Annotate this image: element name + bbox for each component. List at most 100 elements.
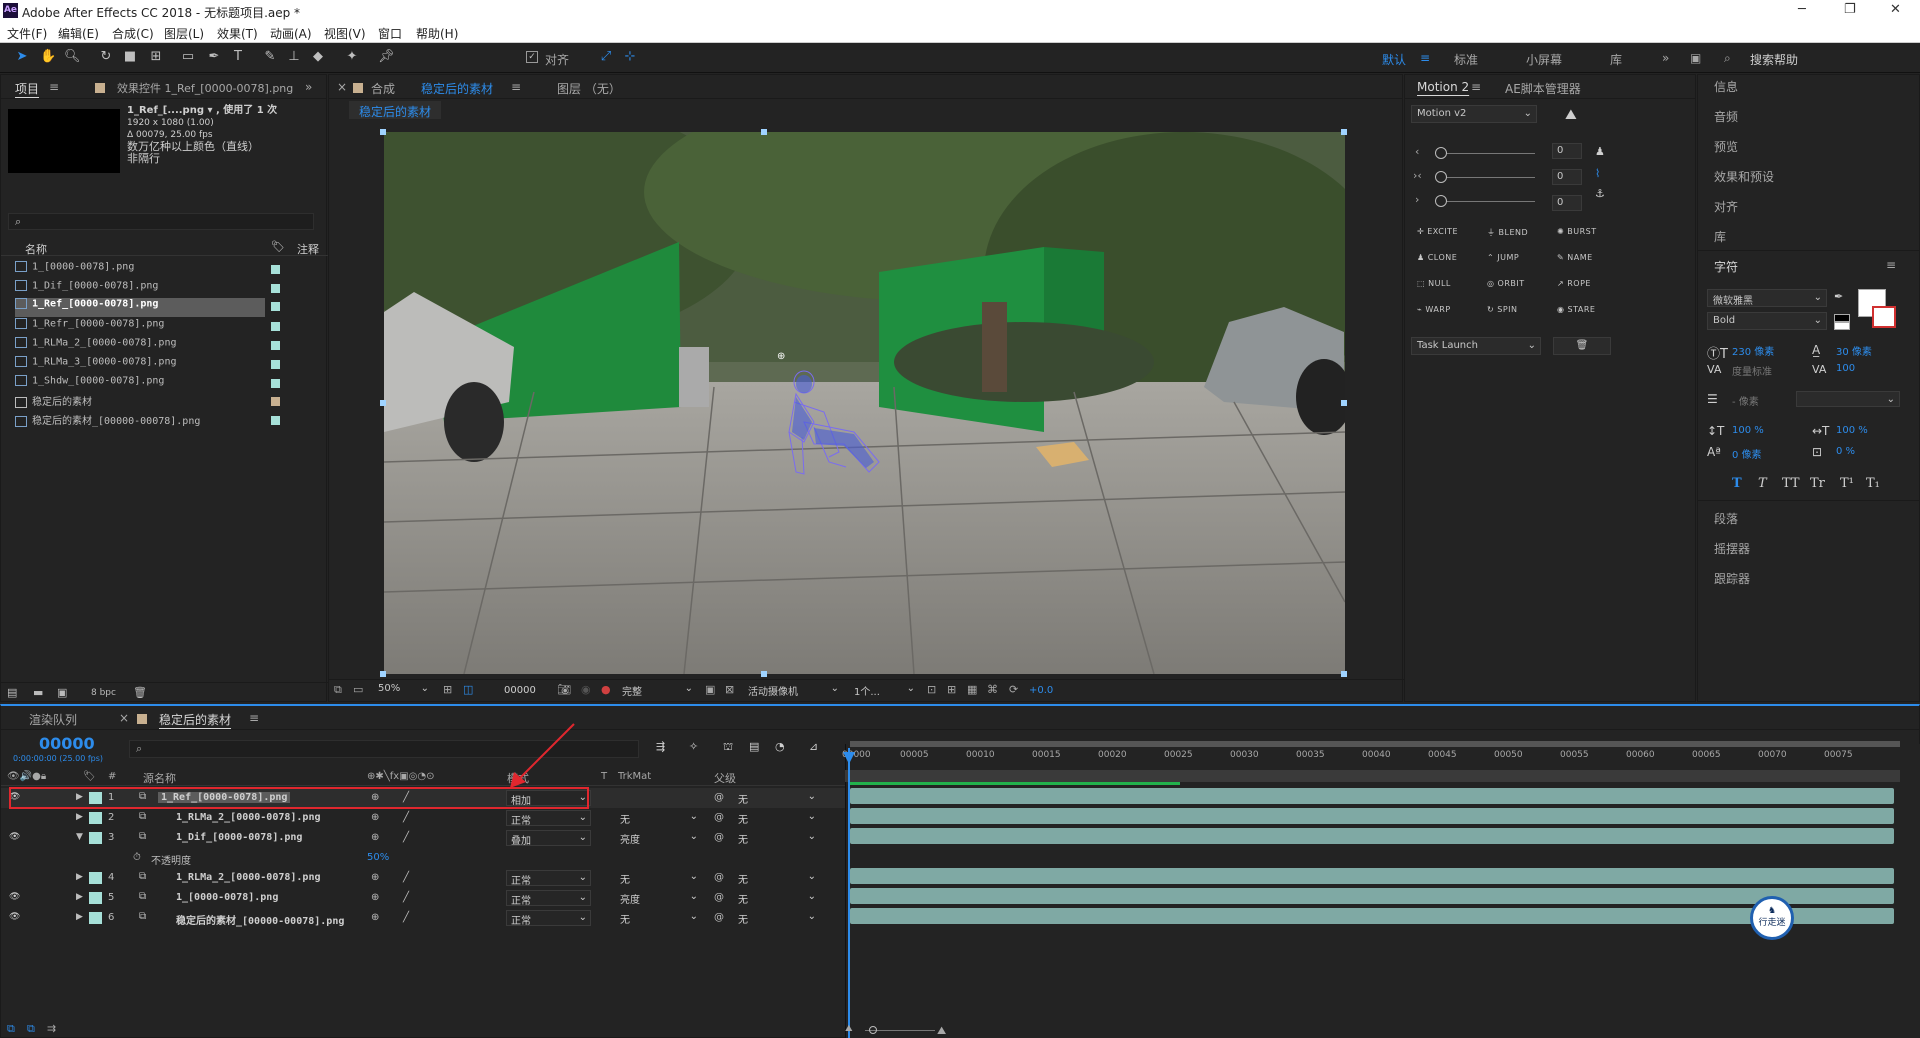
menu-composition[interactable]: 合成(C)	[112, 25, 154, 42]
visibility-eye-icon[interactable]: 👁︎	[9, 832, 20, 842]
selection-tool-icon[interactable]: ➤	[14, 49, 30, 65]
handle-tr[interactable]	[1341, 129, 1347, 135]
collapse-switch-icon[interactable]: ⊕	[371, 892, 379, 903]
snap-icon[interactable]: ⤢	[598, 49, 614, 65]
parent-dropdown[interactable]: 无 ⌄	[734, 890, 819, 906]
quality-switch-icon[interactable]: ╱	[403, 832, 409, 843]
pickwhip-icon[interactable]: @	[714, 812, 724, 823]
table-row[interactable]: 👁︎ ▶ 5 ⧉ 1_[0000-0078].png ⊕ ╱ 正常 ⌄ 亮度 ⌄ @…	[1, 888, 846, 908]
workspace-default[interactable]: 默认	[1382, 51, 1406, 68]
mode-dropdown[interactable]: 正常 ⌄	[506, 890, 591, 907]
menu-file[interactable]: 文件(F)	[7, 25, 47, 42]
clone-button[interactable]: ♟ CLONE	[1417, 253, 1457, 262]
tab-comp-prefix[interactable]: 合成	[371, 80, 395, 97]
tab-timeline-comp[interactable]: 稳定后的素材	[159, 711, 231, 728]
pan-behind-tool-icon[interactable]: ⊞	[148, 49, 164, 65]
snapshot-icon[interactable]: 📷︎	[557, 683, 571, 696]
slider-handle[interactable]	[1435, 195, 1447, 207]
stroke-type-dropdown[interactable]: ⌄	[1796, 391, 1900, 407]
zoom-tool-icon[interactable]: 🔍︎	[64, 49, 81, 65]
handle-ml[interactable]	[380, 400, 386, 406]
panel-audio[interactable]: 音频	[1714, 108, 1738, 125]
help-search-icon[interactable]: ⌕	[1724, 51, 1731, 66]
list-item[interactable]: 1_RLMa_3_[0000-0078].png	[15, 356, 280, 375]
orbit-button[interactable]: ◎ ORBIT	[1487, 279, 1525, 288]
trkmat-dropdown[interactable]: 亮度 ⌄	[616, 890, 701, 906]
collapse-arrow-icon[interactable]: ▼	[76, 832, 83, 842]
mountains-icon[interactable]: ⛰	[1565, 107, 1577, 123]
col-parent[interactable]: 父级	[714, 770, 736, 786]
motion-version-dropdown[interactable]: Motion v2 ⌄	[1411, 105, 1537, 123]
label-swatch[interactable]	[89, 892, 102, 904]
puppet-tool-icon[interactable]: 📌︎	[378, 49, 395, 65]
trkmat-dropdown[interactable]: 亮度 ⌄	[616, 830, 701, 846]
transparency-grid-icon[interactable]: ⊠	[725, 683, 734, 696]
new-comp-icon[interactable]: ▣	[57, 686, 67, 699]
null-button[interactable]: ⬚ NULL	[1417, 279, 1451, 288]
menu-animation[interactable]: 动画(A)	[270, 25, 312, 42]
toggle-modes-icon[interactable]: ⧉	[27, 1022, 35, 1036]
list-item[interactable]: 1_RLMa_2_[0000-0078].png	[15, 337, 280, 356]
project-search-input[interactable]: ⌕	[8, 213, 314, 230]
panel-library[interactable]: 库	[1714, 228, 1726, 245]
close-tab-icon[interactable]: ×	[119, 711, 129, 725]
anchor-icon[interactable]: ⚓︎	[1595, 187, 1605, 200]
region-of-interest-icon[interactable]: ▣	[705, 683, 715, 696]
tab-effect-controls[interactable]: 效果控件 1_Ref_[0000-0078].png	[117, 80, 293, 96]
panel-effects-presets[interactable]: 效果和预设	[1714, 168, 1774, 185]
white-swatch[interactable]	[1834, 322, 1850, 330]
layer-name[interactable]: 1_RLMa_2_[0000-0078].png	[176, 812, 321, 823]
delete-icon[interactable]: 🗑︎	[133, 686, 147, 699]
grid-icon[interactable]: ⊞	[443, 683, 452, 696]
small-caps-button[interactable]: Tr	[1810, 476, 1825, 491]
slider-value-1[interactable]: 0	[1552, 143, 1582, 159]
shy-icon[interactable]: ⛫	[723, 740, 733, 755]
frame-blend-icon[interactable]: ▤	[749, 740, 759, 753]
panel-align[interactable]: 对齐	[1714, 198, 1738, 215]
mode-dropdown[interactable]: 正常 ⌄	[506, 870, 591, 887]
pickwhip-icon[interactable]: @	[714, 872, 724, 883]
motion-blur-icon[interactable]: ◔	[775, 740, 785, 753]
timeline-menu-icon[interactable]: ≡	[249, 711, 259, 725]
layer-name[interactable]: 1_Dif_[0000-0078].png	[176, 832, 302, 843]
table-row[interactable]: ▶ 2 ⧉ 1_RLMa_2_[0000-0078].png ⊕ ╱ 正常 ⌄ 无…	[1, 808, 846, 828]
collapse-switch-icon[interactable]: ⊕	[371, 872, 379, 883]
label-swatch[interactable]	[89, 812, 102, 824]
handle-mr[interactable]	[1341, 400, 1347, 406]
handle-br[interactable]	[1341, 671, 1347, 677]
subscript-button[interactable]: T₁	[1866, 476, 1880, 491]
comp-breadcrumb[interactable]: 稳定后的素材	[349, 101, 442, 119]
col-trkmat[interactable]: TrkMat	[618, 771, 651, 782]
brush-tool-icon[interactable]: ✎	[262, 49, 278, 65]
trkmat-dropdown[interactable]: 无 ⌄	[616, 870, 701, 886]
resolution-dropdown[interactable]: 完整 ⌄	[617, 681, 697, 699]
vertical-scale-value[interactable]: 100 %	[1732, 425, 1764, 436]
expand-arrow-icon[interactable]: ▶	[76, 872, 83, 882]
collapse-switch-icon[interactable]: ⊕	[371, 912, 379, 923]
tracking-value[interactable]: 100	[1836, 363, 1855, 374]
baseline-value[interactable]: 0 像素	[1732, 446, 1762, 461]
handle-tl[interactable]	[380, 129, 386, 135]
timeline-timecode[interactable]: 00000	[39, 734, 95, 753]
menu-help[interactable]: 帮助(H)	[416, 25, 458, 42]
table-row[interactable]: 👁︎ ▶ 6 ⧉ 稳定后的素材_[00000-00078].png ⊕ ╱ 正常…	[1, 908, 846, 928]
minimize-icon[interactable]: ─	[1798, 2, 1806, 17]
table-row-property[interactable]: ⏱︎ 不透明度 50%	[1, 848, 846, 868]
character-menu-icon[interactable]: ≡	[1886, 258, 1896, 272]
layer-bar[interactable]	[850, 788, 1894, 804]
table-row[interactable]: ▶ 4 ⧉ 1_RLMa_2_[0000-0078].png ⊕ ╱ 正常 ⌄ 无…	[1, 868, 846, 888]
list-item-selected[interactable]: 1_Ref_[0000-0078].png	[15, 298, 280, 317]
mode-dropdown[interactable]: 叠加 ⌄	[506, 830, 591, 847]
parent-dropdown[interactable]: 无 ⌄	[734, 910, 819, 926]
list-item[interactable]: 1_Dif_[0000-0078].png	[15, 280, 280, 299]
handle-bl[interactable]	[380, 671, 386, 677]
burst-button[interactable]: ✺ BURST	[1557, 227, 1597, 236]
pin-icon[interactable]: ♟	[1595, 145, 1605, 158]
draft-3d-icon[interactable]: ✧	[689, 740, 698, 753]
timeline-icon[interactable]: ▦	[967, 683, 977, 696]
expand-arrow-icon[interactable]: ▶	[76, 892, 83, 902]
superscript-button[interactable]: T¹	[1840, 476, 1854, 491]
expand-arrow-icon[interactable]: ▶	[76, 812, 83, 822]
camera-tool-icon[interactable]: ■	[122, 49, 138, 65]
col-name[interactable]: 名称	[25, 241, 47, 257]
